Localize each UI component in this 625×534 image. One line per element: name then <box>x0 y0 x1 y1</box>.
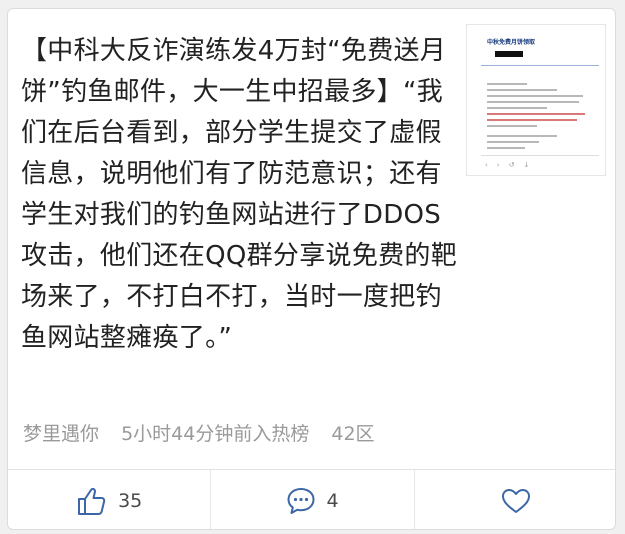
post-meta: 梦里遇你 5小时44分钟前入热榜 42区 <box>23 419 391 446</box>
like-button[interactable]: 35 <box>8 470 212 529</box>
thumbnail-text-line <box>487 89 557 91</box>
thumbnail-text-line <box>487 107 547 109</box>
thumbnail-text-line <box>487 141 539 143</box>
thumbnail-divider <box>481 65 599 66</box>
post-card[interactable]: 【中科大反诈演练发4万封“免费送月饼”钓鱼邮件，大一生中招最多】“我们在后台看到… <box>7 8 616 530</box>
thumbs-up-icon <box>76 486 108 516</box>
thumbnail-toolbar-icons: ‹›↺↓ <box>485 161 539 169</box>
thumbnail-text-line <box>487 125 537 127</box>
post-region: 42区 <box>331 423 375 445</box>
post-body-text: 【中科大反诈演练发4万封“免费送月饼”钓鱼邮件，大一生中招最多】“我们在后台看到… <box>21 36 458 353</box>
thumbnail-text-line <box>487 101 579 103</box>
thumbnail-text-line <box>487 83 527 85</box>
thumbnail-title: 中秋免费月饼领取 <box>487 39 536 46</box>
heart-icon <box>500 487 532 515</box>
thumbnail-text-line <box>487 119 577 121</box>
like-count: 35 <box>118 490 143 512</box>
thumbnail-text-line <box>487 113 585 115</box>
comment-bubble-icon <box>286 486 316 516</box>
thumbnail-text-line <box>487 147 525 149</box>
thumbnail-text-line <box>487 95 583 97</box>
thumbnail-footer-line <box>481 155 599 156</box>
thumbnail-redaction <box>495 51 523 57</box>
post-image-thumbnail[interactable]: 中秋免费月饼领取 ‹›↺↓ <box>466 24 606 176</box>
comment-count: 4 <box>326 490 339 512</box>
thumbnail-text-line <box>487 135 557 137</box>
post-author[interactable]: 梦里遇你 <box>23 423 99 445</box>
action-bar: 35 4 <box>8 469 615 529</box>
post-time: 5小时44分钟前入热榜 <box>121 423 310 445</box>
favorite-button[interactable] <box>415 470 615 529</box>
comment-button[interactable]: 4 <box>211 470 415 529</box>
